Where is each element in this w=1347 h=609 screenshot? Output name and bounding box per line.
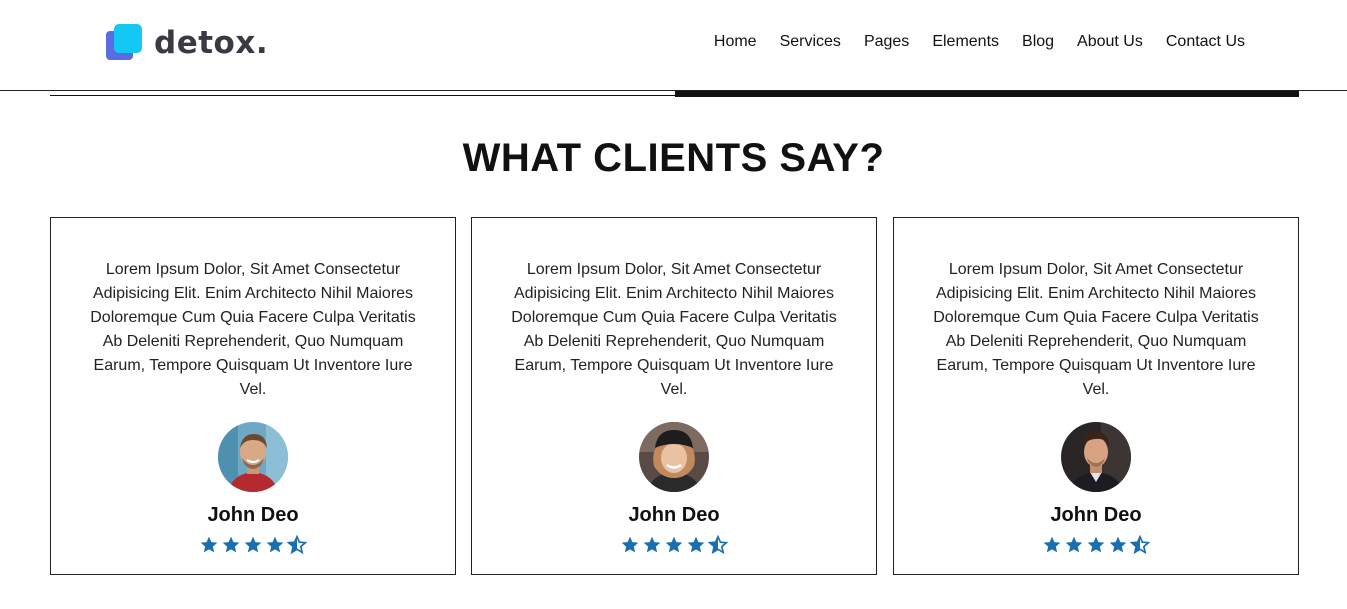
client-name: John Deo — [207, 504, 299, 526]
serious-man-avatar — [1061, 422, 1131, 492]
testimonial-card: Lorem Ipsum Dolor, Sit Amet Consectetur … — [471, 217, 877, 575]
star-full-icon — [266, 536, 284, 553]
star-full-icon — [244, 536, 262, 553]
rating-stars — [894, 535, 1298, 555]
client-name: John Deo — [1050, 504, 1142, 526]
star-full-icon — [1065, 536, 1083, 553]
star-half-icon — [287, 535, 307, 555]
testimonial-text: Lorem Ipsum Dolor, Sit Amet Consectetur … — [511, 261, 837, 398]
star-full-icon — [621, 536, 639, 553]
testimonial-card: Lorem Ipsum Dolor, Sit Amet Consectetur … — [50, 217, 456, 575]
testimonial-text: Lorem Ipsum Dolor, Sit Amet Consectetur … — [90, 261, 416, 398]
divider-thin — [50, 95, 675, 96]
star-full-icon — [1087, 536, 1105, 553]
brand-logo[interactable]: detox. — [106, 24, 268, 62]
nav-item-about-us[interactable]: About Us — [1077, 33, 1143, 51]
brand-name: detox. — [154, 25, 269, 61]
star-half-icon — [1130, 535, 1150, 555]
star-full-icon — [1109, 536, 1127, 553]
smiling-woman-avatar — [639, 422, 709, 492]
star-full-icon — [665, 536, 683, 553]
star-full-icon — [643, 536, 661, 553]
testimonial-card: Lorem Ipsum Dolor, Sit Amet Consectetur … — [893, 217, 1299, 575]
nav-item-blog[interactable]: Blog — [1022, 33, 1054, 51]
testimonial-list: Lorem Ipsum Dolor, Sit Amet Consectetur … — [50, 217, 1299, 575]
nav-item-services[interactable]: Services — [780, 33, 841, 51]
nav-item-home[interactable]: Home — [714, 33, 757, 51]
divider-thick — [675, 91, 1299, 97]
rating-stars — [472, 535, 876, 555]
nav-item-pages[interactable]: Pages — [864, 33, 909, 51]
star-full-icon — [687, 536, 705, 553]
rating-stars — [51, 535, 455, 555]
testimonial-text: Lorem Ipsum Dolor, Sit Amet Consectetur … — [933, 261, 1259, 398]
star-full-icon — [222, 536, 240, 553]
logo-mark-icon — [106, 24, 144, 62]
star-full-icon — [1043, 536, 1061, 553]
nav-item-elements[interactable]: Elements — [932, 33, 999, 51]
smiling-man-avatar — [218, 422, 288, 492]
main-nav: Home Services Pages Elements Blog About … — [714, 33, 1245, 51]
nav-item-contact-us[interactable]: Contact Us — [1166, 33, 1245, 51]
section-title: WHAT CLIENTS SAY? — [462, 136, 885, 180]
star-full-icon — [200, 536, 218, 553]
client-name: John Deo — [628, 504, 720, 526]
star-half-icon — [708, 535, 728, 555]
site-header: detox. Home Services Pages Elements Blog… — [0, 0, 1347, 91]
